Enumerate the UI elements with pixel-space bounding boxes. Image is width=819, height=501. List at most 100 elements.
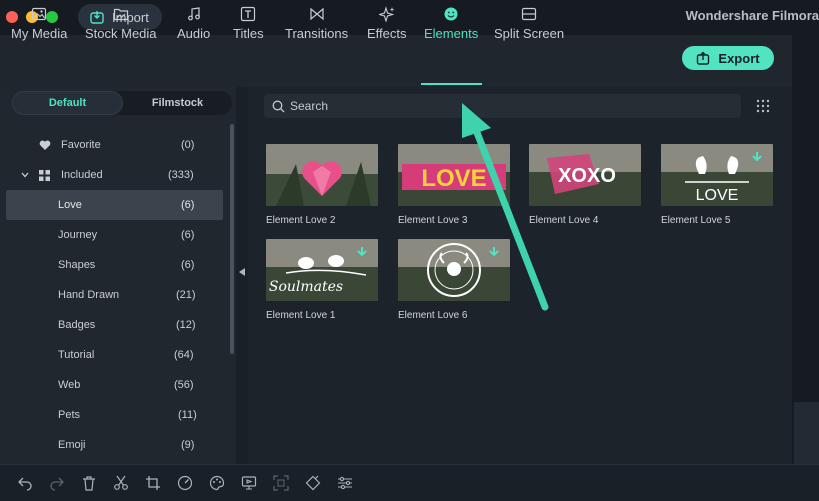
category-label: Emoji: [58, 439, 86, 451]
category-label: Tutorial: [58, 349, 95, 361]
keyframe-icon[interactable]: [305, 475, 321, 491]
smiley-icon: [444, 7, 458, 21]
category-scrollbar[interactable]: [230, 124, 234, 354]
element-label: Element Love 2: [266, 215, 336, 226]
element-thumbnail[interactable]: XOXO: [529, 144, 641, 206]
category-count: (21): [176, 289, 196, 301]
tab-label: Titles: [233, 26, 264, 41]
category-count: (64): [174, 349, 194, 361]
chevron-down-icon[interactable]: [21, 172, 29, 178]
element-thumbnail[interactable]: LOVE: [661, 144, 773, 206]
category-label: Badges: [58, 319, 96, 331]
scissors-icon[interactable]: [113, 475, 129, 491]
collapse-panel-icon[interactable]: [239, 268, 245, 276]
element-label: Element Love 3: [398, 215, 468, 226]
category-count: (11): [178, 409, 197, 421]
screen-record-icon[interactable]: [241, 475, 257, 491]
element-love-4-preview: XOXO: [529, 144, 641, 206]
library-segmented-control: Default Filmstock: [12, 91, 232, 115]
search-icon: [272, 100, 285, 112]
category-pets[interactable]: Pets (11): [6, 400, 223, 430]
svg-text:LOVE: LOVE: [696, 187, 739, 204]
category-label: Favorite: [61, 139, 101, 151]
category-included[interactable]: Included (333): [6, 160, 223, 190]
heart-icon: [39, 140, 51, 150]
category-emoji[interactable]: Emoji (9): [6, 430, 223, 460]
trash-icon[interactable]: [81, 475, 97, 491]
element-label: Element Love 5: [661, 215, 731, 226]
category-label: Pets: [58, 409, 81, 421]
category-count: (6): [181, 259, 195, 271]
tab-elements[interactable]: Elements: [424, 6, 478, 50]
category-label: Shapes: [58, 259, 96, 271]
element-thumbnail[interactable]: LOVE: [398, 144, 510, 206]
element-love-5-preview: LOVE: [661, 144, 773, 206]
fit-icon[interactable]: [273, 475, 289, 491]
element-thumbnail[interactable]: [398, 239, 510, 301]
category-count: (12): [176, 319, 196, 331]
category-count: (9): [181, 439, 195, 451]
category-journey[interactable]: Journey (6): [6, 220, 223, 250]
crop-icon[interactable]: [145, 475, 161, 491]
element-thumbnail[interactable]: Soulmates: [266, 239, 378, 301]
tab-label: Transitions: [285, 26, 349, 41]
svg-text:XOXO: XOXO: [558, 165, 616, 187]
tab-transitions[interactable]: Transitions: [285, 6, 348, 50]
tab-audio[interactable]: Audio: [177, 6, 210, 50]
tab-label: Audio: [177, 26, 211, 41]
tab-my-media[interactable]: My Media: [11, 6, 67, 50]
tab-label: Effects: [367, 26, 407, 41]
tab-stock-media[interactable]: Stock Media: [85, 6, 157, 50]
sparkle-icon: [378, 6, 395, 22]
element-love-1-preview: Soulmates: [266, 239, 378, 301]
svg-text:Soulmates: Soulmates: [269, 279, 343, 295]
category-love[interactable]: Love (6): [6, 190, 223, 220]
category-label: Journey: [58, 229, 98, 241]
export-icon: [697, 51, 710, 65]
category-web[interactable]: Web (56): [6, 370, 223, 400]
tab-titles[interactable]: Titles: [233, 6, 264, 50]
category-count: (6): [181, 229, 195, 241]
tab-effects[interactable]: Effects: [367, 6, 407, 50]
tab-label: Elements: [424, 26, 479, 41]
category-count: (56): [174, 379, 194, 391]
redo-icon[interactable]: [49, 475, 65, 491]
export-button[interactable]: Export: [682, 46, 774, 70]
segment-filmstock[interactable]: Filmstock: [123, 91, 232, 115]
category-badges[interactable]: Badges (12): [6, 310, 223, 340]
category-label: Hand Drawn: [58, 289, 120, 301]
category-tutorial[interactable]: Tutorial (64): [6, 340, 223, 370]
folder-image-icon: [113, 8, 128, 21]
title-t-icon: [241, 6, 256, 22]
segment-default[interactable]: Default: [12, 91, 123, 115]
category-favorite[interactable]: Favorite (0): [6, 130, 223, 160]
element-love-2-preview: [266, 144, 378, 206]
tab-label: Stock Media: [85, 26, 157, 41]
color-palette-icon[interactable]: [209, 475, 225, 491]
element-thumbnail[interactable]: [266, 144, 378, 206]
category-hand-drawn[interactable]: Hand Drawn (21): [6, 280, 223, 310]
search-input[interactable]: Search: [264, 94, 741, 118]
category-count: (333): [168, 169, 194, 181]
speed-icon[interactable]: [177, 475, 193, 491]
category-label: Love: [58, 199, 82, 211]
category-shapes[interactable]: Shapes (6): [6, 250, 223, 280]
svg-text:LOVE: LOVE: [421, 165, 486, 192]
adjust-sliders-icon[interactable]: [337, 475, 353, 491]
tab-split-screen[interactable]: Split Screen: [494, 6, 564, 50]
search-placeholder: Search: [290, 99, 329, 113]
tab-label: My Media: [11, 26, 68, 41]
undo-icon[interactable]: [17, 475, 33, 491]
export-label: Export: [718, 50, 760, 66]
category-label: Web: [58, 379, 81, 391]
element-label: Element Love 6: [398, 310, 468, 321]
active-tab-indicator: [421, 83, 482, 85]
split-screen-icon: [521, 7, 537, 21]
right-edge-panel: [792, 35, 819, 464]
grid-view-icon[interactable]: [755, 98, 771, 114]
image-icon: [32, 7, 47, 21]
music-note-icon: [187, 7, 200, 21]
element-label: Element Love 4: [529, 215, 599, 226]
grid-icon: [39, 169, 50, 181]
right-edge-handle[interactable]: [794, 402, 819, 464]
